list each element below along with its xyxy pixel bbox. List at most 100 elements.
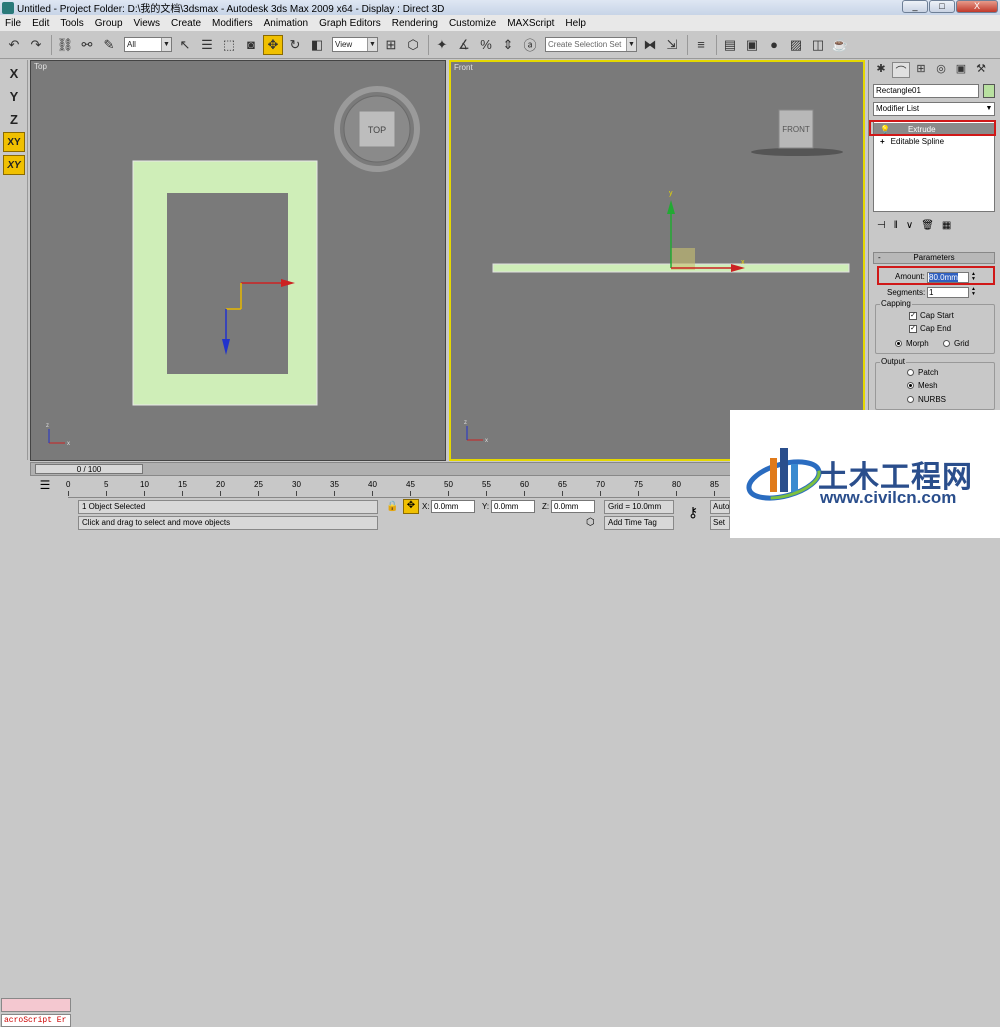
render-production-icon[interactable]: ☕ [830,35,850,55]
select-and-scale-icon[interactable]: ◧ [307,35,327,55]
spinner-snap-icon[interactable]: ⇕ [498,35,518,55]
absolute-mode-icon[interactable]: ✥ [403,499,419,514]
maxscript-listener-top[interactable] [1,998,71,1012]
show-end-result-icon[interactable]: ‖ [894,220,898,231]
modify-tab-icon[interactable]: ⌒ [892,62,910,78]
constrain-xy-button[interactable]: XY [3,132,25,152]
menu-animation[interactable]: Animation [259,18,314,29]
render-setup-icon[interactable]: ▨ [786,35,806,55]
stack-item-editable-spline[interactable]: + Editable Spline [874,135,994,147]
constrain-y-button[interactable]: Y [3,86,25,106]
menu-edit[interactable]: Edit [27,18,55,29]
parameters-rollout-header[interactable]: - Parameters [873,252,995,264]
menu-create[interactable]: Create [166,18,207,29]
selection-filter-dropdown[interactable]: All ▼ [124,37,172,52]
segments-spinner-field[interactable]: 1 [927,287,969,298]
edit-named-selection-icon[interactable]: ⓐ [520,35,540,55]
gizmo-y-arrow[interactable] [667,200,675,214]
command-panel-tabs: ✱ ⌒ ⊞ ◎ ▣ ⚒ [869,60,1000,80]
schematic-view-icon[interactable]: ▣ [742,35,762,55]
modifier-list-label: Modifier List [876,104,920,113]
close-button[interactable]: X [956,0,998,13]
constrain-xy-cycle-button[interactable]: XY [3,155,25,175]
modifier-list-dropdown[interactable]: Modifier List ▼ [873,102,995,116]
select-and-link-icon[interactable]: ⛓ [55,35,75,55]
maximize-button[interactable]: □ [929,0,955,13]
time-tag-icon[interactable]: ⬡ [586,517,595,528]
viewport-top[interactable]: Top TOP x z [30,60,446,461]
window-crossing-icon[interactable]: ◙ [241,35,261,55]
grid-radio[interactable]: Grid [943,339,969,348]
named-selection-dropdown[interactable]: Create Selection Set ▼ [545,37,637,52]
snap-toggle-icon[interactable]: ✦ [432,35,452,55]
lock-selection-icon[interactable]: 🔒 [386,501,398,512]
select-by-name-icon[interactable]: ☰ [197,35,217,55]
percent-snap-icon[interactable]: % [476,35,496,55]
menu-tools[interactable]: Tools [55,18,89,29]
configure-modifier-sets-icon[interactable]: ▦ [942,220,951,231]
cap-end-checkbox[interactable]: ✓ Cap End [909,324,951,333]
minimize-button[interactable]: _ [902,0,928,13]
menu-customize[interactable]: Customize [444,18,502,29]
unlink-icon[interactable]: ⚯ [77,35,97,55]
align-icon[interactable]: ⇲ [662,35,682,55]
utilities-tab-icon[interactable]: ⚒ [972,62,990,78]
nurbs-radio[interactable]: NURBS [907,395,946,404]
menu-modifiers[interactable]: Modifiers [207,18,259,29]
z-coord-field[interactable]: 0.0mm [551,500,595,513]
set-key-mode-icon[interactable]: ⚷ [680,504,706,528]
gizmo-plane-handle[interactable] [671,248,695,270]
mirror-icon[interactable]: ⧓ [640,35,660,55]
redo-icon[interactable]: ↷ [26,35,46,55]
pivot-center-icon[interactable]: ⊞ [381,35,401,55]
morph-radio[interactable]: Morph [895,339,929,348]
timeline-tick-mark [524,491,525,496]
select-and-move-icon[interactable]: ✥ [263,34,283,55]
reference-coordinate-dropdown[interactable]: View ▼ [332,37,378,52]
pin-stack-icon[interactable]: ⊣ [877,220,886,231]
trackbar-toggle-icon[interactable]: ☰ [34,478,56,494]
app-icon[interactable] [2,1,14,14]
make-unique-icon[interactable]: ∨ [906,220,913,231]
angle-snap-icon[interactable]: ∡ [454,35,474,55]
patch-radio[interactable]: Patch [907,368,938,377]
menu-help[interactable]: Help [560,18,592,29]
menu-rendering[interactable]: Rendering [387,18,444,29]
menu-views[interactable]: Views [129,18,167,29]
constrain-x-button[interactable]: X [3,63,25,83]
cap-start-checkbox[interactable]: ✓ Cap Start [909,311,954,320]
y-coord-field[interactable]: 0.0mm [491,500,535,513]
layer-manager-icon[interactable]: ≡ [691,35,711,55]
mesh-radio[interactable]: Mesh [907,381,938,390]
object-color-swatch[interactable] [983,84,995,98]
maxscript-listener-bottom[interactable]: acroScript Er [1,1014,71,1027]
menu-maxscript[interactable]: MAXScript [502,18,560,29]
menu-file[interactable]: File [0,18,27,29]
object-name-field[interactable]: Rectangle01 [873,84,979,98]
x-coord-field[interactable]: 0.0mm [431,500,475,513]
expand-icon[interactable]: + [880,137,885,146]
manipulate-icon[interactable]: ⬡ [403,35,423,55]
constrain-z-button[interactable]: Z [3,109,25,129]
bind-to-space-warp-icon[interactable]: ✎ [99,35,119,55]
undo-icon[interactable]: ↶ [4,35,24,55]
display-tab-icon[interactable]: ▣ [952,62,970,78]
menu-group[interactable]: Group [90,18,129,29]
motion-tab-icon[interactable]: ◎ [932,62,950,78]
segments-spinner-arrows[interactable]: ▲ ▼ [970,287,977,298]
remove-modifier-icon[interactable]: 🗑 [921,220,934,231]
create-tab-icon[interactable]: ✱ [872,62,890,78]
auto-key-button[interactable]: Auto [710,500,730,514]
rectangular-selection-icon[interactable]: ⬚ [219,35,239,55]
add-time-tag-button[interactable]: Add Time Tag [604,516,674,530]
rendered-frame-window-icon[interactable]: ◫ [808,35,828,55]
hierarchy-tab-icon[interactable]: ⊞ [912,62,930,78]
menu-graph-editors[interactable]: Graph Editors [314,18,387,29]
select-and-rotate-icon[interactable]: ↻ [285,35,305,55]
set-key-button[interactable]: Set [710,516,730,530]
curve-editor-icon[interactable]: ▤ [720,35,740,55]
material-editor-icon[interactable]: ● [764,35,784,55]
time-slider-thumb[interactable]: 0 / 100 [35,464,143,474]
viewport-front[interactable]: Front FRONT y x x z [449,60,865,461]
select-object-icon[interactable]: ↖ [175,35,195,55]
